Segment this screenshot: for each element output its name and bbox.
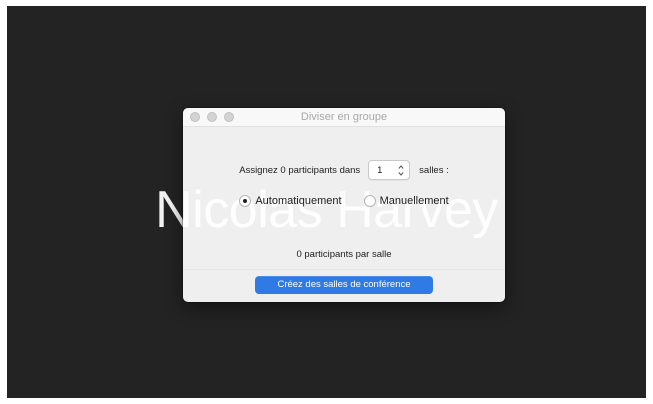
radio-selected-dot	[243, 199, 248, 203]
footer-divider	[183, 269, 505, 270]
radio-manual-label[interactable]: Manuellement	[380, 195, 449, 207]
stepper-arrows-icon[interactable]	[398, 163, 404, 177]
radio-manual-circle[interactable]	[363, 195, 376, 207]
room-count-stepper[interactable]: 1	[368, 160, 411, 180]
assign-row: Assignez 0 participants dans 1 salles :	[183, 159, 505, 181]
room-count-value: 1	[377, 164, 383, 176]
radio-automatic[interactable]: Automatiquement	[239, 195, 342, 207]
radio-automatic-label[interactable]: Automatiquement	[255, 195, 341, 207]
radio-automatic-circle[interactable]	[239, 195, 252, 207]
radio-manual[interactable]: Manuellement	[363, 195, 449, 207]
dialog-titlebar: Diviser en groupe	[183, 108, 505, 127]
breakout-rooms-dialog: Diviser en groupe Assignez 0 participant…	[183, 108, 505, 302]
assign-prefix-label: Assignez 0 participants dans	[239, 164, 361, 176]
participants-per-room-text: 0 participants par salle	[296, 249, 392, 260]
assignment-mode-group: Automatiquement Manuellement	[183, 193, 505, 209]
assign-suffix-label: salles :	[419, 164, 449, 176]
create-rooms-button[interactable]: Créez des salles de conférence	[255, 276, 433, 294]
dialog-title: Diviser en groupe	[300, 111, 388, 123]
video-screen: Nicolas Harvey Diviser en groupe Assigne…	[7, 6, 646, 398]
